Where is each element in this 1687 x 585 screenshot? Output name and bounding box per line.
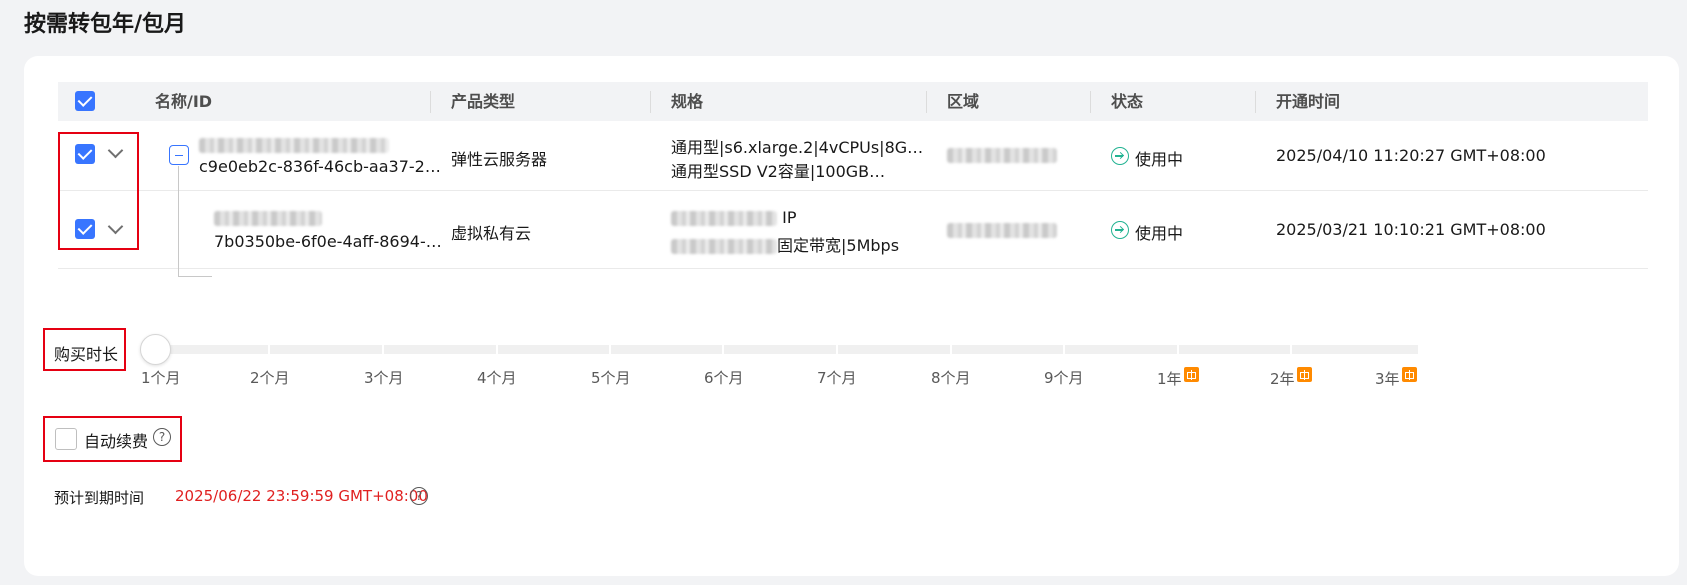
auto-renew-checkbox[interactable]: [55, 428, 77, 450]
collapse-icon[interactable]: [169, 145, 189, 165]
table-header: 名称/ID 产品类型 规格 区域 状态 开通时间: [58, 82, 1648, 121]
column-divider: [430, 91, 431, 113]
status-text: 使用中: [1135, 150, 1184, 169]
resource-name-blurred: [199, 135, 389, 154]
status-running-icon: [1111, 147, 1129, 165]
duration-option-label: 1年: [1157, 370, 1182, 388]
gift-icon: [1401, 367, 1417, 382]
column-divider: [926, 91, 927, 113]
select-all-checkbox[interactable]: [75, 91, 95, 111]
slider-track-segment[interactable]: [952, 345, 1063, 354]
open-time: 2025/03/21 10:10:21 GMT+08:00: [1276, 220, 1546, 239]
column-divider: [1255, 91, 1256, 113]
column-divider: [650, 91, 651, 113]
duration-option[interactable]: 4个月: [477, 367, 517, 388]
slider-track-segment[interactable]: [1065, 345, 1177, 354]
help-icon[interactable]: ?: [410, 487, 428, 505]
duration-option[interactable]: 5个月: [591, 367, 631, 388]
auto-renew-label[interactable]: 自动续费: [84, 428, 148, 452]
duration-option[interactable]: 1年: [1157, 367, 1199, 389]
header-time: 开通时间: [1276, 92, 1341, 111]
slider-track-segment[interactable]: [838, 345, 950, 354]
tree-connector: [178, 166, 179, 276]
region-blurred: [947, 220, 1057, 239]
resource-id[interactable]: c9e0eb2c-836f-46cb-aa37-2…: [199, 157, 441, 176]
spec-line: 通用型SSD V2容量|100GB…: [671, 162, 886, 181]
purchase-duration-label: 购买时长: [54, 345, 119, 364]
slider-handle[interactable]: [140, 334, 171, 365]
status-running-icon: [1111, 221, 1129, 239]
duration-option[interactable]: 9个月: [1044, 367, 1084, 388]
product-type: 虚拟私有云: [451, 224, 532, 243]
help-icon[interactable]: ?: [153, 428, 171, 446]
product-type: 弹性云服务器: [451, 150, 548, 169]
tree-connector: [178, 276, 212, 277]
gift-icon: [1296, 367, 1312, 382]
region-blurred: [947, 145, 1057, 164]
header-region: 区域: [947, 92, 980, 111]
spec-line: 固定带宽|5Mbps: [671, 232, 899, 256]
resource-id[interactable]: 7b0350be-6f0e-4aff-8694-…: [214, 232, 442, 251]
table-row: 7b0350be-6f0e-4aff-8694-… 虚拟私有云 IP 固定带宽|…: [58, 191, 1648, 269]
resource-name-blurred: [214, 208, 322, 227]
duration-option[interactable]: 7个月: [817, 367, 857, 388]
duration-option[interactable]: 2个月: [250, 367, 290, 388]
table-row: c9e0eb2c-836f-46cb-aa37-2… 弹性云服务器 通用型|s6…: [58, 121, 1648, 191]
slider-track-segment[interactable]: [1292, 345, 1418, 354]
status-text: 使用中: [1135, 224, 1184, 243]
slider-track-segment[interactable]: [384, 345, 496, 354]
page-title: 按需转包年/包月: [24, 12, 187, 37]
highlight-row-checkboxes: [58, 132, 139, 250]
open-time: 2025/04/10 11:20:27 GMT+08:00: [1276, 146, 1546, 165]
header-type: 产品类型: [451, 92, 516, 111]
slider-track-segment[interactable]: [498, 345, 609, 354]
duration-option[interactable]: 6个月: [704, 367, 744, 388]
duration-option[interactable]: 1个月: [141, 367, 181, 388]
duration-option[interactable]: 3个月: [364, 367, 404, 388]
spec-line: IP: [671, 208, 796, 227]
slider-track-segment[interactable]: [611, 345, 722, 354]
header-name: 名称/ID: [155, 92, 213, 111]
expiry-label: 预计到期时间: [54, 489, 145, 507]
slider-track-segment[interactable]: [155, 345, 268, 354]
duration-option[interactable]: 3年: [1375, 367, 1417, 389]
slider-track-segment[interactable]: [270, 345, 382, 354]
header-status: 状态: [1111, 92, 1144, 111]
slider-track-segment[interactable]: [1179, 345, 1290, 354]
expiry-value: 2025/06/22 23:59:59 GMT+08:00: [175, 487, 428, 505]
duration-option-label: 3年: [1375, 370, 1400, 388]
gift-icon: [1183, 367, 1199, 382]
spec-line: 通用型|s6.xlarge.2|4vCPUs|8G…: [671, 138, 924, 157]
slider-track-segment[interactable]: [724, 345, 836, 354]
duration-option-label: 2年: [1270, 370, 1295, 388]
column-divider: [1090, 91, 1091, 113]
duration-option[interactable]: 2年: [1270, 367, 1312, 389]
duration-option[interactable]: 8个月: [931, 367, 971, 388]
header-spec: 规格: [671, 92, 704, 111]
